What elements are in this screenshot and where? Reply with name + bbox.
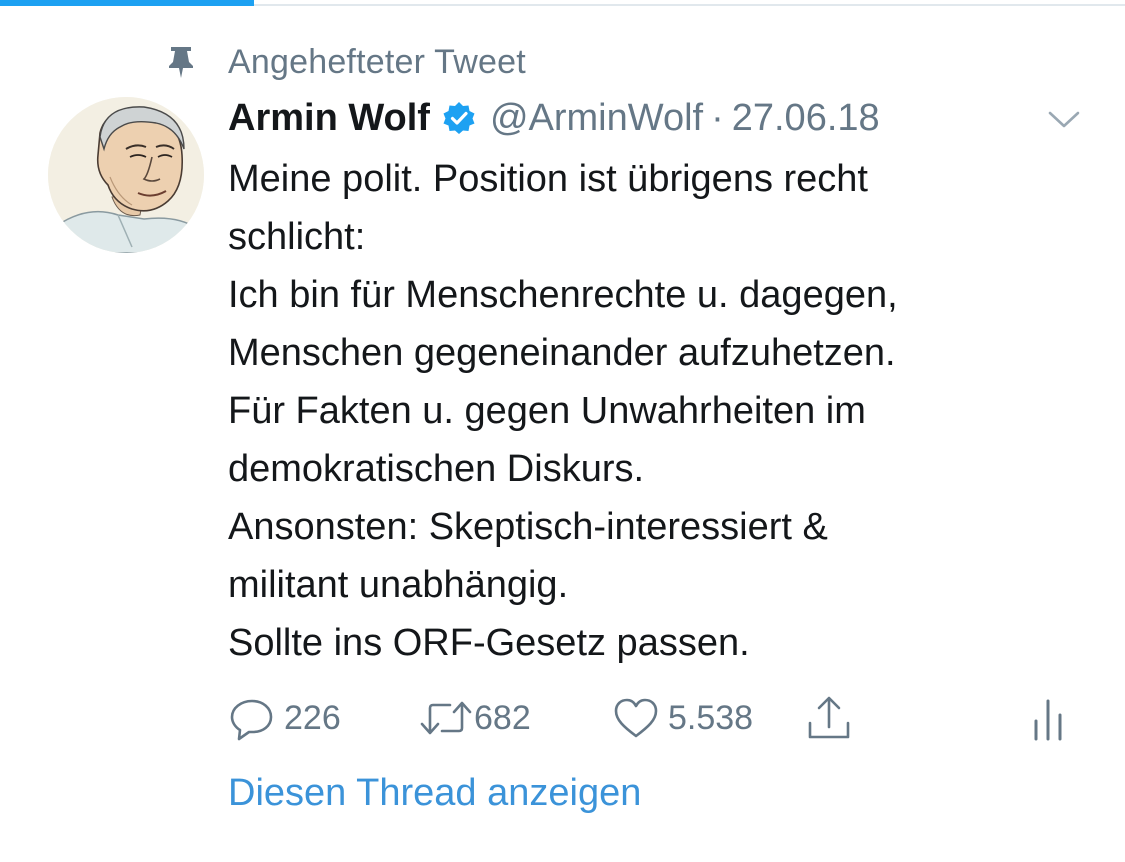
tweet-header: Armin Wolf @ArminWolf · 27.06.18 xyxy=(228,92,1088,144)
tweet-text-line: Sollte ins ORF-Gesetz passen. xyxy=(228,622,750,664)
pin-icon xyxy=(166,44,196,80)
like-count: 5.538 xyxy=(668,698,754,737)
retweet-count: 682 xyxy=(474,698,531,737)
tweet-text-line: demokratischen Diskurs. xyxy=(228,448,645,490)
retweet-button[interactable]: 682 xyxy=(418,690,531,746)
pinned-tweet-header: Angehefteter Tweet xyxy=(166,40,526,84)
tweet-text-line: Meine polit. Position ist übrigens recht xyxy=(228,158,868,200)
reply-button[interactable]: 226 xyxy=(228,690,341,746)
active-tab-indicator xyxy=(0,0,254,6)
separator-dot: · xyxy=(711,96,724,139)
pinned-label: Angehefteter Tweet xyxy=(228,42,526,81)
tweet-date[interactable]: 27.06.18 xyxy=(732,97,880,140)
retweet-icon xyxy=(418,698,474,738)
tweet-text-line: schlicht: xyxy=(228,216,366,258)
like-button[interactable]: 5.538 xyxy=(612,690,753,746)
share-button[interactable] xyxy=(804,690,854,746)
tweet-text-line: militant unabhängig. xyxy=(228,564,569,606)
tweet-text-line: Menschen gegeneinander aufzuhetzen. xyxy=(228,332,896,374)
reply-count: 226 xyxy=(284,698,341,737)
avatar[interactable] xyxy=(48,97,204,253)
tweet-text-line: Ich bin für Menschenrechte u. dagegen, xyxy=(228,274,898,316)
analytics-button[interactable] xyxy=(1030,690,1066,746)
chevron-down-icon[interactable] xyxy=(1044,104,1084,134)
tweet-actions: 226 682 5.538 xyxy=(226,690,1086,746)
tweet-text-line: Für Fakten u. gegen Unwahrheiten im xyxy=(228,390,866,432)
reply-icon xyxy=(228,695,276,741)
show-thread-link[interactable]: Diesen Thread anzeigen xyxy=(228,772,641,815)
tweet-text-line: Ansonsten: Skeptisch-interessiert & xyxy=(228,506,828,548)
heart-icon xyxy=(612,696,660,740)
share-icon xyxy=(804,693,854,743)
tweet-text: Meine polit. Position ist übrigens recht… xyxy=(228,150,1108,672)
author-handle[interactable]: @ArminWolf xyxy=(490,97,703,140)
verified-badge-icon xyxy=(442,101,476,135)
author-name[interactable]: Armin Wolf xyxy=(228,97,430,140)
analytics-icon xyxy=(1030,693,1066,743)
